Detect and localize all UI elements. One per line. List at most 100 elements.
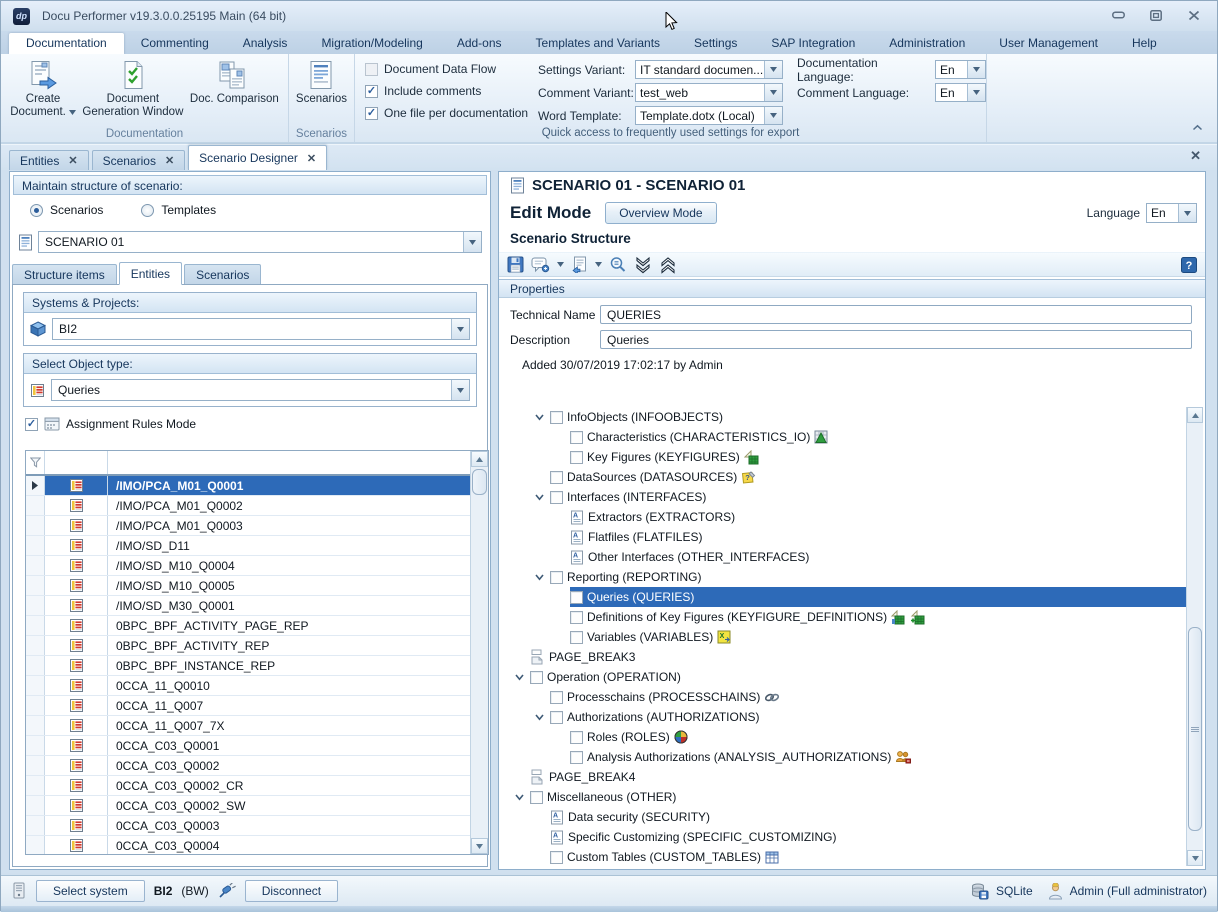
tree-item-content[interactable]: InfoObjects (INFOOBJECTS) <box>550 407 727 427</box>
comment-icon[interactable] <box>531 256 550 273</box>
tree-item-content[interactable]: AFlatfiles (FLATFILES) <box>570 527 706 547</box>
close-tab-icon[interactable]: ✕ <box>68 154 77 167</box>
ribbon-button-scenarios[interactable]: Scenarios <box>296 57 347 126</box>
tree-item-content[interactable]: AData security (SECURITY) <box>550 807 714 827</box>
ribbon-tab-documentation[interactable]: Documentation <box>9 33 124 54</box>
ribbon-button-doc-comparison[interactable]: Doc. Comparison <box>190 57 279 126</box>
tree-scrollbar[interactable] <box>1186 407 1203 866</box>
table-row[interactable]: 0CCA_C03_Q0002 <box>26 756 471 776</box>
field-technical-name[interactable]: QUERIES <box>600 305 1192 324</box>
close-tab-icon[interactable]: ✕ <box>165 154 174 167</box>
query-table-scrollbar[interactable] <box>470 451 488 854</box>
chevron-down-icon[interactable] <box>451 319 469 339</box>
tree-expander-icon[interactable] <box>515 674 530 681</box>
tree-expander-icon[interactable] <box>535 494 550 501</box>
assignment-rules-checkbox[interactable]: ✓ <box>25 418 38 431</box>
field-description[interactable]: Queries <box>600 330 1192 349</box>
tree-item-content[interactable]: DataSources (DATASOURCES)? <box>550 467 760 487</box>
ribbon-tab-migration-modeling[interactable]: Migration/Modeling <box>304 33 439 54</box>
tree-item-content[interactable]: Interfaces (INTERFACES) <box>550 487 710 507</box>
tree-item-analysis-authorizations-analysis-authorizations[interactable]: Analysis Authorizations (ANALYSIS_AUTHOR… <box>500 747 1187 767</box>
tree-item-content[interactable]: Custom Tables (CUSTOM_TABLES) <box>550 847 783 866</box>
ribbon-tab-administration[interactable]: Administration <box>872 33 982 54</box>
tree-checkbox[interactable] <box>550 471 563 484</box>
chevron-down-icon[interactable] <box>764 107 782 124</box>
ribbon-tab-commenting[interactable]: Commenting <box>124 33 226 54</box>
tree-item-content[interactable]: Characteristics (CHARACTERISTICS_IO) <box>570 427 832 447</box>
left-tab-structure-items[interactable]: Structure items <box>12 264 117 285</box>
radio-templates[interactable]: Templates <box>141 203 216 217</box>
tree-expander-icon[interactable] <box>535 714 550 721</box>
tree-checkbox[interactable] <box>570 731 583 744</box>
tree-item-data-security-security[interactable]: AData security (SECURITY) <box>500 807 1187 827</box>
radio-button-icon[interactable] <box>30 204 43 217</box>
table-row[interactable]: 0BPC_BPF_ACTIVITY_REP <box>26 636 471 656</box>
language-combo[interactable]: En <box>1146 203 1197 223</box>
ribbon-tab-templates-and-variants[interactable]: Templates and Variants <box>519 33 678 54</box>
tree-item-custom-tables-custom-tables[interactable]: Custom Tables (CUSTOM_TABLES) <box>500 847 1187 866</box>
collapse-ribbon-icon[interactable] <box>1192 118 1203 136</box>
tree-item-interfaces-interfaces[interactable]: Interfaces (INTERFACES) <box>500 487 1187 507</box>
close-button[interactable] <box>1185 7 1203 23</box>
scroll-up-icon[interactable] <box>1187 407 1203 423</box>
help-icon[interactable]: ? <box>1181 257 1197 273</box>
scroll-down-icon[interactable] <box>471 838 488 854</box>
checkbox-document-data-flow[interactable] <box>365 63 378 76</box>
radio-button-icon[interactable] <box>141 204 154 217</box>
table-row[interactable]: 0CCA_C03_Q0003 <box>26 816 471 836</box>
table-row[interactable]: /IMO/SD_M10_Q0004 <box>26 556 471 576</box>
ribbon-tab-analysis[interactable]: Analysis <box>226 33 305 54</box>
tree-item-content[interactable]: AExtractors (EXTRACTORS) <box>570 507 739 527</box>
table-row[interactable]: /IMO/SD_M30_Q0001 <box>26 596 471 616</box>
scrollbar-thumb[interactable] <box>472 469 487 495</box>
checkbox-one-file-per-documentation[interactable]: ✓ <box>365 107 378 120</box>
tree-item-authorizations-authorizations[interactable]: Authorizations (AUTHORIZATIONS) <box>500 707 1187 727</box>
tree-item-definitions-of-key-figures-keyfigure-definitions[interactable]: Definitions of Key Figures (KEYFIGURE_DE… <box>500 607 1187 627</box>
tree-item-datasources-datasources[interactable]: DataSources (DATASOURCES)? <box>500 467 1187 487</box>
close-tab-icon[interactable]: ✕ <box>307 152 316 165</box>
table-row[interactable]: /IMO/SD_M10_Q0005 <box>26 576 471 596</box>
restore-button[interactable] <box>1147 7 1165 23</box>
table-row[interactable]: /IMO/SD_D11 <box>26 536 471 556</box>
tree-item-content[interactable]: Processchains (PROCESSCHAINS) <box>550 687 784 707</box>
tree-checkbox[interactable] <box>530 791 543 804</box>
table-row[interactable]: 0CCA_C03_Q0002_SW <box>26 796 471 816</box>
combo-word-template[interactable]: Template.dotx (Local) <box>635 106 783 125</box>
tree-checkbox[interactable] <box>550 491 563 504</box>
document-tab-entities[interactable]: Entities✕ <box>9 150 89 170</box>
ribbon-tab-add-ons[interactable]: Add-ons <box>440 33 519 54</box>
tree-item-page-break4[interactable]: PAGE_BREAK4 <box>500 767 1187 787</box>
tree-item-queries-queries[interactable]: Queries (QUERIES) <box>500 587 1187 607</box>
table-row[interactable]: 0CCA_C03_Q0002_CR <box>26 776 471 796</box>
ribbon-tab-settings[interactable]: Settings <box>677 33 754 54</box>
scrollbar-thumb[interactable] <box>1188 627 1202 831</box>
left-tab-scenarios[interactable]: Scenarios <box>184 264 261 285</box>
tree-item-content[interactable]: Reporting (REPORTING) <box>550 567 705 587</box>
export-doc-icon[interactable] <box>571 256 588 273</box>
chevron-down-icon[interactable] <box>557 262 564 267</box>
table-row[interactable]: 0BPC_BPF_ACTIVITY_PAGE_REP <box>26 616 471 636</box>
tree-checkbox[interactable] <box>570 451 583 464</box>
disconnect-button[interactable]: Disconnect <box>245 880 338 902</box>
tree-checkbox[interactable] <box>530 671 543 684</box>
tree-item-processchains-processchains[interactable]: Processchains (PROCESSCHAINS) <box>500 687 1187 707</box>
ribbon-button-document-generation-window[interactable]: Document Generation Window <box>82 57 183 126</box>
ribbon-tab-sap-integration[interactable]: SAP Integration <box>754 33 872 54</box>
tree-item-flatfiles-flatfiles[interactable]: AFlatfiles (FLATFILES) <box>500 527 1187 547</box>
chevron-down-icon[interactable] <box>595 262 602 267</box>
tree-checkbox[interactable] <box>550 411 563 424</box>
system-select-combo[interactable]: BI2 <box>52 318 470 340</box>
chevron-down-icon[interactable] <box>463 232 481 252</box>
tree-item-content[interactable]: PAGE_BREAK4 <box>530 767 639 787</box>
chevron-down-icon[interactable] <box>764 61 782 78</box>
tree-item-other-interfaces-other-interfaces[interactable]: AOther Interfaces (OTHER_INTERFACES) <box>500 547 1187 567</box>
table-row[interactable]: 0CCA_11_Q007 <box>26 696 471 716</box>
tree-item-content[interactable]: Roles (ROLES) <box>570 727 692 747</box>
select-system-button[interactable]: Select system <box>36 880 145 902</box>
tree-item-variables-variables[interactable]: Variables (VARIABLES)X <box>500 627 1187 647</box>
tree-item-operation-operation[interactable]: Operation (OPERATION) <box>500 667 1187 687</box>
tree-expander-icon[interactable] <box>535 574 550 581</box>
tree-item-specific-customizing-specific-customizing[interactable]: ASpecific Customizing (SPECIFIC_CUSTOMIZ… <box>500 827 1187 847</box>
table-row[interactable]: /IMO/PCA_M01_Q0001 <box>26 476 471 496</box>
collapse-all-icon[interactable] <box>659 256 677 274</box>
